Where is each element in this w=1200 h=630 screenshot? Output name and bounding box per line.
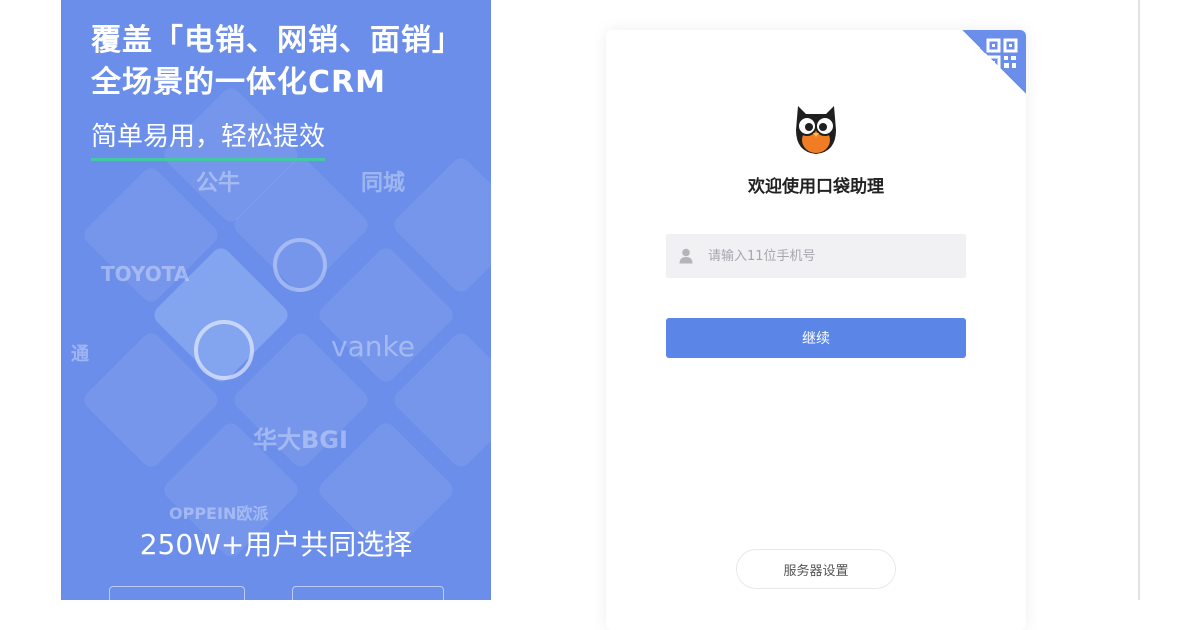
- owl-logo-icon: [796, 106, 836, 154]
- login-card: 欢迎使用口袋助理 继续 服务器设置: [606, 30, 1026, 630]
- welcome-title: 欢迎使用口袋助理: [748, 177, 884, 197]
- promo-subheadline: 简单易用，轻松提效: [91, 118, 326, 161]
- headline-line-1: 覆盖「电销、网销、面销」: [91, 23, 463, 58]
- phone-field[interactable]: [666, 234, 966, 278]
- brand-tong: 通: [71, 344, 89, 365]
- brand-gongniu: 公牛: [196, 171, 241, 196]
- brand-bank-logo: [273, 238, 327, 292]
- brand-globe-logo: [194, 320, 254, 380]
- window-edge-divider: [1138, 0, 1140, 600]
- user-icon: [679, 248, 693, 264]
- brand-bgi: 华大BGI: [253, 426, 348, 454]
- promo-headline: 覆盖「电销、网销、面销」 全场景的一体化CRM: [91, 20, 463, 104]
- phone-input[interactable]: [708, 234, 958, 278]
- brand-tongcheng: 同城: [361, 171, 406, 196]
- promo-button-left[interactable]: [109, 586, 245, 600]
- continue-button[interactable]: 继续: [666, 318, 966, 358]
- brand-oppein: OPPEIN欧派: [169, 504, 269, 523]
- users-count-text: 250W+用户共同选择: [139, 528, 413, 561]
- promo-panel: 公牛 同城 TOYOTA vanke 通 华大BGI OPPEIN欧派 覆盖「电…: [61, 0, 491, 600]
- headline-line-2: 全场景的一体化CRM: [91, 65, 386, 100]
- promo-button-right[interactable]: [292, 586, 444, 600]
- brand-toyota: TOYOTA: [101, 262, 190, 286]
- brand-vanke: vanke: [331, 330, 415, 363]
- qr-login-toggle[interactable]: [962, 30, 1026, 94]
- qr-code-icon: [986, 38, 1018, 70]
- server-settings-button[interactable]: 服务器设置: [736, 549, 896, 589]
